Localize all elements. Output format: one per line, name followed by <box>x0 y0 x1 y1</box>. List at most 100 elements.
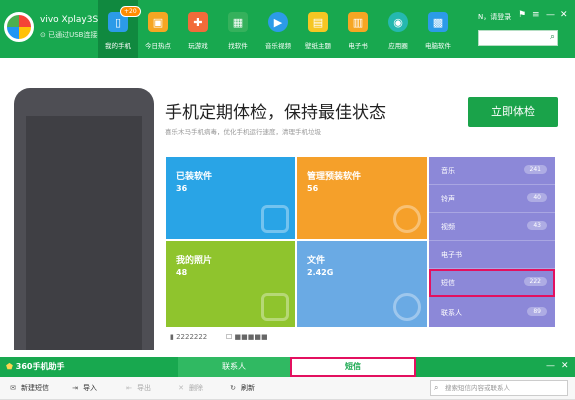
tile-my-photos[interactable]: 我的照片 48 <box>166 241 295 327</box>
tile-value: 2.42G <box>307 268 334 277</box>
list-item-label: 音乐 <box>441 167 455 175</box>
tile-value: 56 <box>307 184 319 193</box>
list-item-label: 电子书 <box>441 251 462 259</box>
nav-item-app-circle[interactable]: ◉ 应用圈 <box>378 0 418 58</box>
tile-preinstalled-apps[interactable]: 管理预装软件 56 <box>297 157 427 239</box>
circle-icon: ◉ <box>388 12 408 32</box>
tab-contacts[interactable]: 联系人 <box>178 357 290 377</box>
nav-label: 电脑软件 <box>425 42 451 50</box>
refresh-button[interactable]: ↻ 刷新 <box>228 383 255 393</box>
export-button[interactable]: ⇤ 导出 <box>124 383 151 393</box>
close-icon[interactable]: ✕ <box>560 10 568 20</box>
new-sms-button[interactable]: ✉ 新建短信 <box>8 383 49 393</box>
nav-label: 我的手机 <box>105 42 131 50</box>
search-placeholder: 搜索短信内容或联系人 <box>445 384 510 392</box>
device-status-text: 已通过USB连接 <box>48 31 98 39</box>
page-subtitle: 喜乐木马手机病毒，优化手机运行速度，清理手机垃圾 <box>165 128 321 136</box>
count-badge: 40 <box>527 193 547 202</box>
device-name-text: vivo Xplay3S <box>40 15 99 25</box>
storage-icon <box>393 293 421 321</box>
minimize-icon[interactable]: — <box>546 361 555 371</box>
count-badge: 43 <box>527 221 547 230</box>
tile-label: 已装软件 <box>176 172 213 182</box>
sms-search-input[interactable]: ⌕ 搜索短信内容或联系人 <box>430 380 568 396</box>
nav-label: 应用圈 <box>388 42 408 50</box>
app-logo-icon: ⬟ <box>6 362 13 371</box>
minimize-icon[interactable]: — <box>546 10 555 20</box>
play-icon: ▶ <box>268 12 288 32</box>
button-label: 导入 <box>83 384 97 392</box>
tile-installed-apps[interactable]: 已装软件 36 <box>166 157 295 239</box>
delete-button[interactable]: ✕ 删除 <box>176 383 203 393</box>
feedback-icon[interactable]: ⚑ <box>518 10 526 20</box>
nav-item-apps[interactable]: ▦ 找软件 <box>218 0 258 58</box>
secondary-item[interactable]: ▮ 2222222 <box>170 333 207 341</box>
list-item-ringtones[interactable]: 铃声 40 <box>429 185 555 213</box>
device-name[interactable]: vivo Xplay3S▾ <box>40 15 103 25</box>
top-bar: vivo Xplay3S▾ ⊙ 已通过USB连接 ▯ +20 我的手机 ▣ 今日… <box>0 0 575 58</box>
export-icon: ⇤ <box>126 384 132 392</box>
tab-sms[interactable]: 短信 <box>290 357 416 377</box>
hot-icon: ▣ <box>148 12 168 32</box>
apps-icon: ▦ <box>228 12 248 32</box>
list-item-contacts[interactable]: 联系人 89 <box>429 299 555 327</box>
nav-item-ebook[interactable]: ▥ 电子书 <box>338 0 378 58</box>
nav-item-wallpaper[interactable]: ▤ 壁纸主题 <box>298 0 338 58</box>
list-item-sms[interactable]: 短信 222 <box>429 269 555 297</box>
device-connection-status: ⊙ 已通过USB连接 <box>40 30 97 40</box>
apps-grid-icon <box>261 205 289 233</box>
connection-icon: ⊙ <box>40 31 46 39</box>
pc-icon: ▩ <box>428 12 448 32</box>
top-search-input[interactable]: ⌕ <box>478 30 558 46</box>
sms-window-titlebar: ⬟ 360手机助手 联系人 短信 — ✕ <box>0 357 575 377</box>
nav-item-pc-software[interactable]: ▩ 电脑软件 <box>418 0 458 58</box>
list-item-music[interactable]: 音乐 241 <box>429 157 555 185</box>
wrench-icon <box>393 205 421 233</box>
button-label: 刷新 <box>241 384 255 392</box>
app-logo-icon <box>4 12 34 42</box>
nav-item-games[interactable]: ✚ 玩游戏 <box>178 0 218 58</box>
secondary-item[interactable]: ☐ ■■■■■ <box>226 333 268 341</box>
wallpaper-icon: ▤ <box>308 12 328 32</box>
nav-label: 玩游戏 <box>188 42 208 50</box>
tile-label: 管理预装软件 <box>307 172 362 182</box>
nav-label: 电子书 <box>348 42 368 50</box>
button-label: 导出 <box>137 384 151 392</box>
game-icon: ✚ <box>188 12 208 32</box>
import-button[interactable]: ⇥ 导入 <box>70 383 97 393</box>
tile-value: 48 <box>176 268 188 277</box>
nav-label: 壁纸主题 <box>305 42 331 50</box>
count-badge: 241 <box>523 165 547 174</box>
tile-label: 我的照片 <box>176 256 213 266</box>
nav-item-music-video[interactable]: ▶ 音乐视频 <box>258 0 298 58</box>
list-item-label: 短信 <box>441 279 455 287</box>
phone-screen <box>26 116 142 350</box>
list-item-label: 铃声 <box>441 195 455 203</box>
nav-label: 今日热点 <box>145 42 171 50</box>
checkup-button[interactable]: 立即体检 <box>468 97 558 127</box>
menu-icon[interactable]: ≡ <box>532 10 540 20</box>
compose-icon: ✉ <box>10 384 16 392</box>
import-icon: ⇥ <box>72 384 78 392</box>
tile-label: 文件 <box>307 256 326 266</box>
search-icon[interactable]: ⌕ <box>550 32 555 42</box>
search-icon: ⌕ <box>434 383 439 392</box>
count-badge: 222 <box>523 277 547 286</box>
secondary-row: ▮ 2222222 ☐ ■■■■■ <box>166 330 556 346</box>
sms-window-title: ⬟ 360手机助手 <box>6 361 64 372</box>
button-label: 新建短信 <box>21 384 49 392</box>
nav-label: 找软件 <box>228 42 248 50</box>
list-item-label: 联系人 <box>441 309 462 317</box>
nav-item-hot[interactable]: ▣ 今日热点 <box>138 0 178 58</box>
app-title-text: 360手机助手 <box>15 362 65 371</box>
login-link[interactable]: N，请登录 <box>478 12 511 22</box>
tile-files[interactable]: 文件 2.42G <box>297 241 427 327</box>
refresh-icon: ↻ <box>230 384 236 392</box>
phone-illustration <box>14 88 154 350</box>
list-item-label: 视频 <box>441 223 455 231</box>
close-icon[interactable]: ✕ <box>561 361 569 371</box>
list-item-ebooks[interactable]: 电子书 <box>429 241 555 269</box>
nav-item-my-phone[interactable]: ▯ +20 我的手机 <box>98 0 141 58</box>
nav-label: 音乐视频 <box>265 42 291 50</box>
list-item-videos[interactable]: 视频 43 <box>429 213 555 241</box>
